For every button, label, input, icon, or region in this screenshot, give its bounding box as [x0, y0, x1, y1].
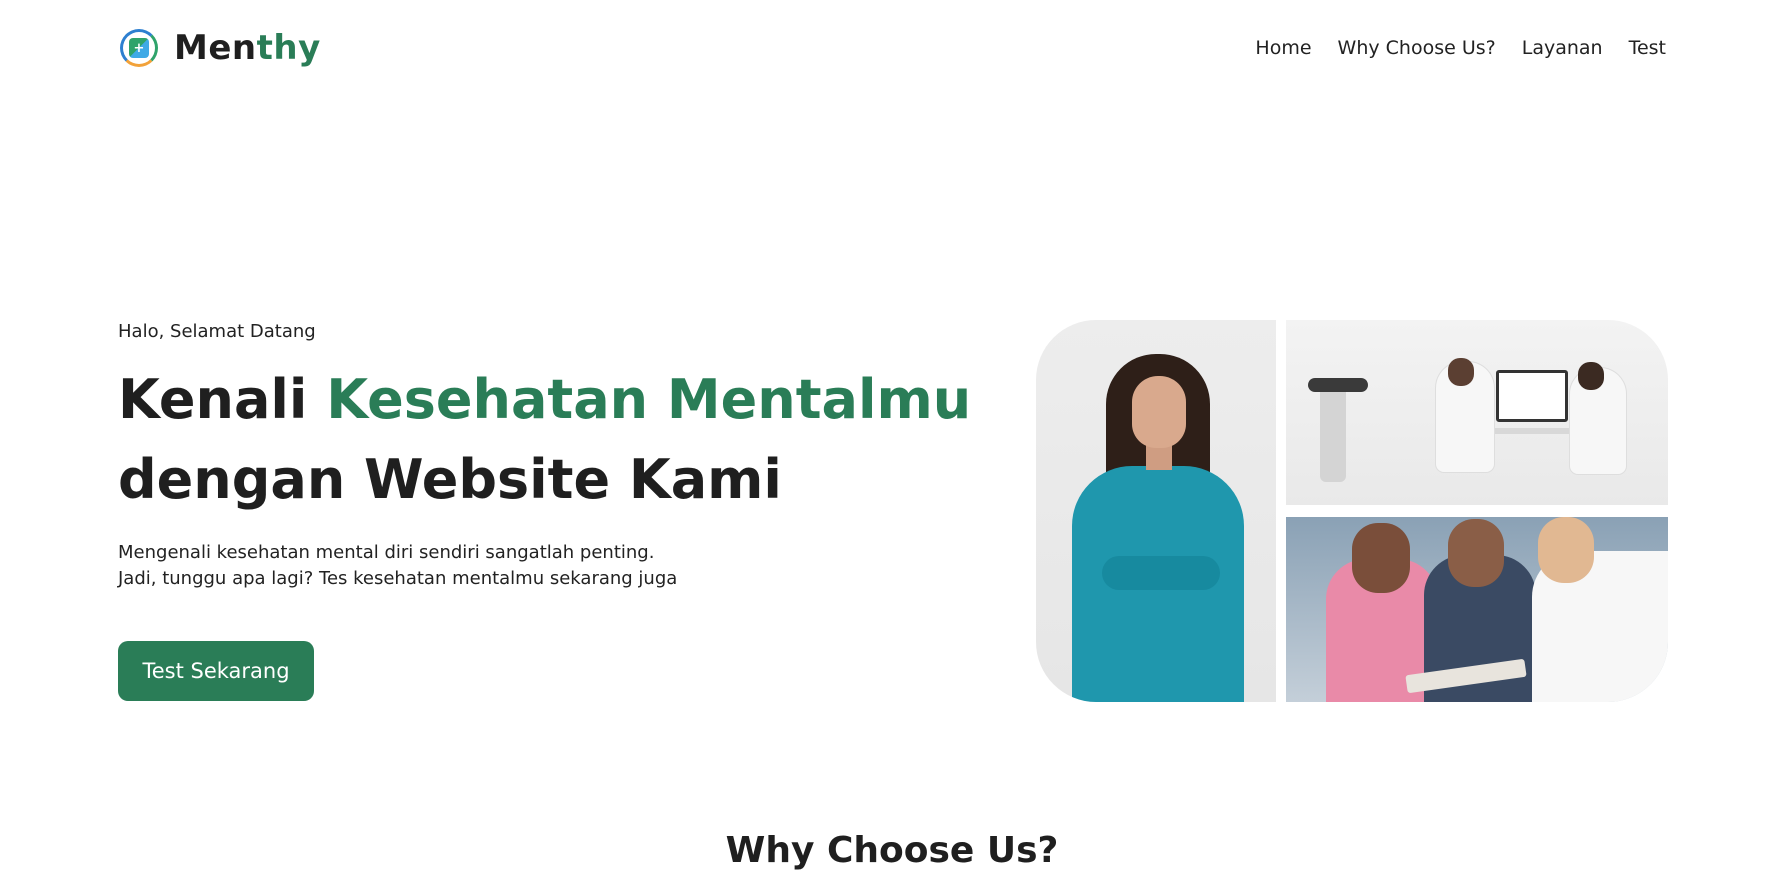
test-now-button[interactable]: Test Sekarang	[118, 641, 314, 701]
doctor-arms-shape	[1102, 556, 1220, 590]
clinician-head	[1578, 362, 1604, 390]
man-head	[1448, 519, 1504, 587]
doctor-photo	[1036, 320, 1276, 702]
plus-icon: +	[129, 38, 149, 58]
physician-head	[1538, 517, 1594, 583]
hero-title: Kenali Kesehatan Mentalmu dengan Website…	[118, 360, 998, 520]
why-choose-us-heading: Why Choose Us?	[725, 830, 1059, 871]
brand-name: Menthy	[174, 28, 321, 68]
site-header: + Menthy Home Why Choose Us? Layanan Tes…	[0, 0, 1784, 96]
nav-home[interactable]: Home	[1255, 37, 1311, 59]
hero-title-part2: dengan Website Kami	[118, 448, 782, 511]
hero-description-line2: Jadi, tunggu apa lagi? Tes kesehatan men…	[118, 568, 678, 589]
hero-image-collage	[1036, 320, 1668, 702]
hero-description: Mengenali kesehatan mental diri sendiri …	[118, 540, 878, 592]
clinic-consultation-photo	[1286, 320, 1668, 505]
nav-why-choose-us[interactable]: Why Choose Us?	[1338, 37, 1496, 59]
hero-description-line1: Mengenali kesehatan mental diri sendiri …	[118, 542, 655, 563]
woman-head	[1352, 523, 1410, 593]
brand-name-part1: Men	[174, 28, 257, 68]
brand-logo-link[interactable]: + Menthy	[120, 28, 321, 68]
main-nav: Home Why Choose Us? Layanan Test	[1255, 37, 1666, 59]
hero-greeting: Halo, Selamat Datang	[118, 321, 316, 342]
monitor-shape	[1496, 370, 1568, 422]
doctor-with-patients-photo	[1286, 517, 1668, 702]
nav-test[interactable]: Test	[1629, 37, 1666, 59]
hero-title-part1: Kenali	[118, 368, 327, 431]
hero-title-accent: Kesehatan Mentalmu	[326, 368, 972, 431]
nav-layanan[interactable]: Layanan	[1522, 37, 1603, 59]
doctor-face-shape	[1132, 376, 1186, 448]
brand-logo-icon: +	[120, 29, 158, 67]
scanner-arm-shape	[1308, 378, 1368, 392]
brand-name-part2: thy	[256, 28, 321, 68]
patient-head	[1448, 358, 1474, 386]
page: + Menthy Home Why Choose Us? Layanan Tes…	[0, 0, 1784, 887]
scanner-machine-shape	[1320, 382, 1346, 482]
